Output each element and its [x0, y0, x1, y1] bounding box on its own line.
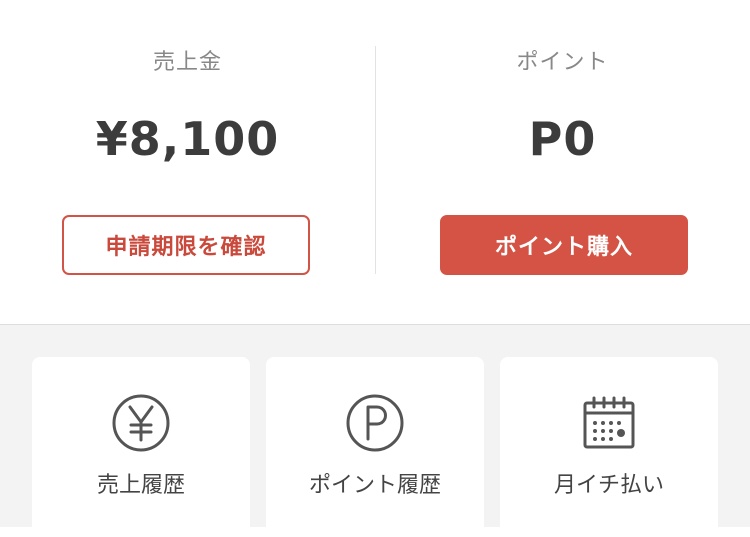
sales-amount: ¥8,100: [95, 112, 280, 166]
check-deadline-button[interactable]: 申請期限を確認: [62, 215, 310, 275]
points-history-card[interactable]: ポイント履歴: [266, 357, 484, 537]
calendar-icon: [579, 393, 639, 453]
sales-label: 売上金: [152, 50, 222, 75]
points-label: ポイント: [516, 50, 609, 75]
monthly-payment-label: 月イチ払い: [553, 473, 664, 498]
points-history-label: ポイント履歴: [308, 473, 441, 498]
shortcut-area: 売上履歴 ポイント履歴 月イチ払い: [0, 324, 750, 537]
yen-circle-icon: [111, 393, 171, 453]
sales-history-label: 売上履歴: [96, 473, 185, 498]
p-circle-icon: [345, 393, 405, 453]
monthly-payment-card[interactable]: 月イチ払い: [500, 357, 718, 537]
points-amount: P0: [528, 112, 597, 166]
points-column: ポイント P0 ポイント購入: [375, 0, 750, 324]
sales-column: 売上金 ¥8,100 申請期限を確認: [0, 0, 375, 324]
sales-history-card[interactable]: 売上履歴: [32, 357, 250, 537]
buy-points-button[interactable]: ポイント購入: [440, 215, 688, 275]
balance-panel: 売上金 ¥8,100 申請期限を確認 ポイント P0 ポイント購入: [0, 0, 750, 324]
